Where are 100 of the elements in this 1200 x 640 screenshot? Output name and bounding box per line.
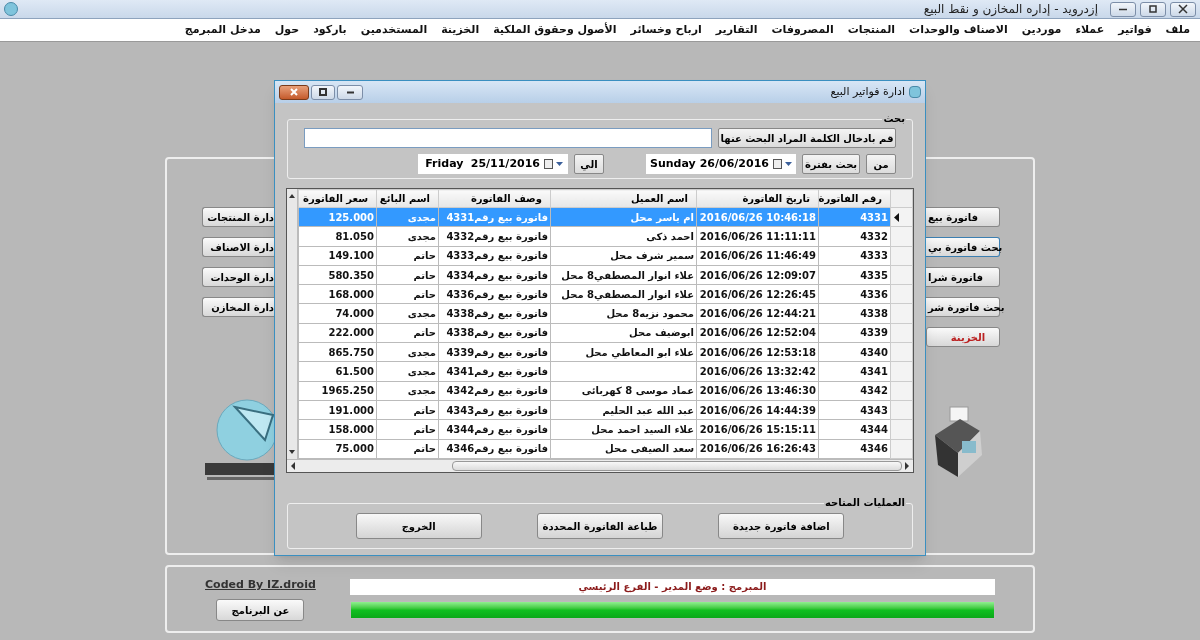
close-icon xyxy=(290,88,298,96)
menu-item[interactable]: باركود xyxy=(307,21,353,39)
table-cell: علاء انوار المصطفي8 محل xyxy=(550,265,697,285)
menu-item[interactable]: المنتجات xyxy=(841,21,902,39)
about-button[interactable]: عن البرنامج xyxy=(216,599,305,622)
table-cell: 4338 xyxy=(818,304,891,324)
table-cell: فاتورة بيع رقم4339 xyxy=(438,342,551,362)
column-header[interactable]: اسم البائع xyxy=(376,189,439,208)
table-cell: حاتم xyxy=(376,246,439,266)
table-cell: 158.000 xyxy=(298,419,377,440)
column-header[interactable]: تاريخ الفاتورة xyxy=(696,189,819,208)
table-cell: علاء ابو المعاطي محل xyxy=(550,342,697,362)
table-cell: فاتورة بيع رقم4342 xyxy=(438,381,551,401)
column-header[interactable]: رقم الفاتورة xyxy=(818,189,891,208)
table-cell: 4340 xyxy=(818,342,891,362)
table-cell: 4335 xyxy=(818,265,891,285)
menu-item[interactable]: المستخدمين xyxy=(354,21,434,39)
action-button[interactable]: الخروج xyxy=(355,513,482,539)
sidebar-button[interactable]: دارة الوحدات xyxy=(202,267,274,287)
menu-item[interactable]: الخزينة xyxy=(435,21,486,39)
table-cell: 168.000 xyxy=(298,284,377,304)
menu-item[interactable]: المصروفات xyxy=(765,21,840,39)
maximize-icon xyxy=(319,88,327,96)
to-button[interactable]: الي xyxy=(574,154,604,174)
table-cell: 61.500 xyxy=(298,361,377,382)
table-cell: فاتورة بيع رقم4338 xyxy=(438,304,551,324)
sidebar-button[interactable]: دارة المنتجات xyxy=(202,207,274,227)
table-cell: 4333 xyxy=(818,246,891,266)
table-cell: 2016/06/26 12:09:07 xyxy=(696,265,819,285)
table-cell: 191.000 xyxy=(298,400,377,420)
sidebar-button[interactable]: فاتورة بيع xyxy=(926,207,1000,227)
menu-item[interactable]: الأصول وحقوق الملكية xyxy=(487,21,623,39)
close-button[interactable] xyxy=(279,84,309,100)
status-text: المبرمج : وضع المدير - الفرع الرئيسي xyxy=(349,579,995,595)
table-cell: 2016/06/26 12:52:04 xyxy=(696,323,819,343)
sidebar-button[interactable]: الخزينة xyxy=(926,327,1000,347)
sidebar-button[interactable]: دارة الاصناف xyxy=(202,237,274,257)
weekday-text: Sunday xyxy=(650,155,696,172)
table-cell: فاتورة بيع رقم4332 xyxy=(438,226,551,247)
app-icon xyxy=(4,2,18,16)
table-cell: 222.000 xyxy=(298,323,377,343)
table-cell: فاتورة بيع رقم4346 xyxy=(438,439,551,459)
from-button[interactable]: من xyxy=(866,154,896,174)
search-hint-button[interactable]: قم بادخال الكلمة المراد البحث عنها xyxy=(718,128,896,148)
column-header[interactable]: اسم العميل xyxy=(550,189,697,208)
table-cell: 865.750 xyxy=(298,342,377,362)
close-icon xyxy=(1178,4,1188,14)
restore-button[interactable] xyxy=(1140,1,1166,17)
menu-item[interactable]: فواتير xyxy=(1112,21,1158,39)
horizontal-scrollbar[interactable] xyxy=(287,459,913,472)
table-cell: 2016/06/26 13:32:42 xyxy=(696,361,819,382)
table-cell: فاتورة بيع رقم4333 xyxy=(438,246,551,266)
date-field[interactable]: Sunday 26/06/2016 xyxy=(646,154,796,174)
sidebar-button[interactable]: دارة المخازن xyxy=(202,297,274,317)
minimize-button[interactable] xyxy=(1110,1,1136,17)
scrollbar-thumb[interactable] xyxy=(452,461,902,471)
menu-item[interactable]: ملف xyxy=(1159,21,1196,39)
table-cell: 125.000 xyxy=(298,207,377,227)
table-cell: 2016/06/26 12:53:18 xyxy=(696,342,819,362)
credit-link[interactable]: Coded By IZ.droid xyxy=(205,576,316,594)
menu-item[interactable]: التقارير xyxy=(709,21,764,39)
action-button[interactable]: اضافة فاتورة جديدة xyxy=(718,513,845,539)
action-button[interactable]: طباعة الفاتورة المحددة xyxy=(537,513,663,539)
row-header[interactable] xyxy=(890,207,913,227)
menu-item[interactable]: حول xyxy=(268,21,306,39)
close-button[interactable] xyxy=(1170,1,1196,17)
table-cell: 4342 xyxy=(818,381,891,401)
menu-item[interactable]: الاصناف والوحدات xyxy=(903,21,1014,39)
table-cell: فاتورة بيع رقم4341 xyxy=(438,361,551,382)
table-cell: 4336 xyxy=(818,284,891,304)
scroll-right-icon[interactable] xyxy=(904,462,910,470)
table-cell: 4344 xyxy=(818,419,891,440)
minimize-icon xyxy=(345,90,355,94)
table-cell: حاتم xyxy=(376,323,439,343)
table-cell: ابوضيف محل xyxy=(550,323,697,343)
period-search-button[interactable]: بحث بفترة xyxy=(802,154,860,174)
table-cell: سعد الصيفى محل xyxy=(550,439,697,459)
weekday-text: Friday xyxy=(424,155,465,172)
vertical-scrollbar[interactable] xyxy=(287,189,298,459)
menu-item[interactable]: ارباح وخسائر xyxy=(624,21,708,39)
table-cell: مجدى xyxy=(376,304,439,324)
scroll-left-icon[interactable] xyxy=(290,462,296,470)
table-cell: سمير شرف محل xyxy=(550,246,697,266)
table-cell: 75.000 xyxy=(298,439,377,459)
column-header[interactable]: وصف الفاتورة xyxy=(438,189,551,208)
maximize-button[interactable] xyxy=(311,84,335,100)
table-cell: عبد الله عبد الحليم xyxy=(550,400,697,420)
calendar-dropdown-icon xyxy=(773,159,793,169)
date-field[interactable]: Friday 25/11/2016 xyxy=(418,154,568,174)
date-text: 25/11/2016 xyxy=(470,155,540,172)
current-row-icon xyxy=(894,212,900,222)
search-field[interactable] xyxy=(304,128,712,148)
menu-item[interactable]: عملاء xyxy=(1069,21,1111,39)
table-cell: علاء انوار المصطفي8 محل xyxy=(550,284,697,304)
menu-item[interactable]: مدخل المبرمج xyxy=(178,21,267,39)
column-header[interactable]: سعر الفاتورة xyxy=(298,189,377,208)
menu-item[interactable]: موردين xyxy=(1015,21,1068,39)
sidebar-button[interactable]: فاتورة شرا xyxy=(926,267,1000,287)
window-title: إزدرويد - إداره المخازن و نقط البيع xyxy=(923,1,1098,18)
table-cell: 2016/06/26 16:26:43 xyxy=(696,439,819,459)
